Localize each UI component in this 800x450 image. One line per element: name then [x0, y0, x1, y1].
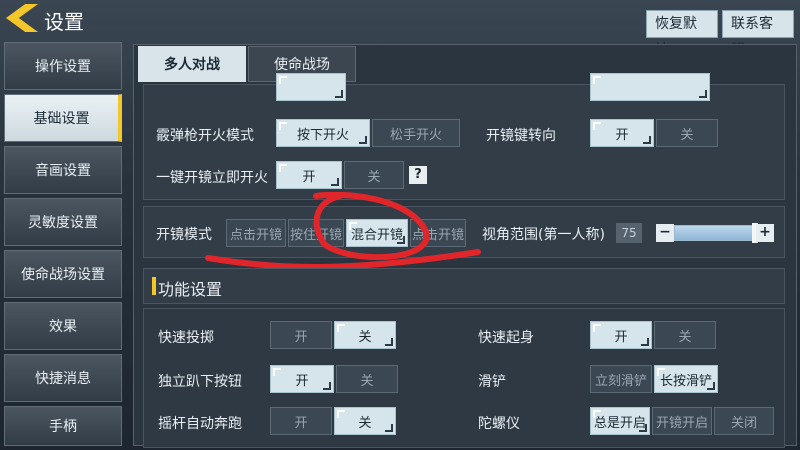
slide-instant-option[interactable]: 立刻滑铲: [590, 365, 652, 393]
oneclick-fire-on-option[interactable]: 开: [276, 161, 342, 189]
back-arrow-icon[interactable]: [6, 4, 38, 32]
header: 设置 恢复默认 联系客服: [0, 0, 800, 58]
auto-run-on-option[interactable]: 开: [270, 407, 332, 435]
basic-section: 霰弹枪开火模式 按下开火 松手开火 开镜键转向 开 关 一键开镜立即开火 开 关…: [143, 73, 785, 200]
auto-run-label: 摇杆自动奔跑: [158, 416, 242, 432]
page-title: 设置: [44, 10, 84, 34]
function-settings-header: 功能设置: [143, 268, 785, 304]
sidebar-item-battle-royale[interactable]: 使命战场设置: [4, 250, 122, 298]
gyro-always-option[interactable]: 总是开启: [590, 407, 650, 435]
prone-on-option[interactable]: 开: [270, 365, 334, 393]
oneclick-fire-label: 一键开镜立即开火: [156, 170, 268, 186]
shotgun-mode-label: 霰弹枪开火模式: [156, 128, 254, 144]
contact-support-button[interactable]: 联系客服: [722, 10, 794, 58]
auto-run-off-option[interactable]: 关: [334, 407, 396, 435]
reset-defaults-button[interactable]: 恢复默认: [646, 10, 718, 58]
quick-throw-label: 快速投掷: [158, 330, 214, 346]
sidebar-item-operation[interactable]: 操作设置: [4, 42, 122, 90]
oneclick-fire-off-option[interactable]: 关: [344, 161, 404, 189]
slide-hold-option[interactable]: 长按滑铲: [654, 365, 718, 393]
gyro-scope-option[interactable]: 开镜开启: [652, 407, 712, 435]
section-accent-bar: [152, 277, 156, 295]
quick-rise-on-option[interactable]: 开: [590, 321, 652, 349]
sidebar-item-effects[interactable]: 效果: [4, 302, 122, 350]
sidebar-item-sensitivity[interactable]: 灵敏度设置: [4, 198, 122, 246]
sidebar-item-audio-video[interactable]: 音画设置: [4, 146, 122, 194]
scope-hybrid-option[interactable]: 混合开镜: [346, 219, 408, 247]
quick-throw-off-option[interactable]: 关: [334, 321, 396, 349]
prone-off-option[interactable]: 关: [336, 365, 398, 393]
scope-turn-on-option[interactable]: 开: [590, 119, 654, 147]
scope-turn-off-option[interactable]: 关: [656, 119, 718, 147]
fov-minus-button[interactable]: −: [656, 224, 674, 242]
fov-plus-button[interactable]: +: [756, 224, 774, 242]
scope-mode-label: 开镜模式: [156, 227, 212, 243]
quick-rise-label: 快速起身: [478, 330, 534, 346]
scope-turn-label: 开镜键转向: [486, 128, 556, 144]
function-settings-title: 功能设置: [158, 280, 223, 299]
gyroscope-label: 陀螺仪: [478, 416, 520, 432]
help-icon[interactable]: ?: [409, 166, 427, 184]
quick-throw-on-option[interactable]: 开: [270, 321, 332, 349]
clipped-option-on[interactable]: [276, 73, 346, 101]
scope-click-option[interactable]: 点击开镜: [226, 219, 286, 247]
quick-rise-off-option[interactable]: 关: [654, 321, 716, 349]
fov-value: 75: [616, 223, 642, 243]
scope-hold-option[interactable]: 按住开镜: [288, 219, 344, 247]
shotgun-release-fire-option[interactable]: 松手开火: [372, 119, 460, 147]
scope-click-option-2[interactable]: 点击开镜: [410, 219, 466, 247]
tab-multiplayer[interactable]: 多人对战: [138, 46, 246, 82]
sidebar-item-basic[interactable]: 基础设置: [4, 94, 122, 142]
fov-label: 视角范围(第一人称): [482, 227, 605, 243]
clipped-option-on-right[interactable]: [590, 73, 710, 101]
slide-label: 滑铲: [478, 374, 506, 390]
prone-button-label: 独立趴下按钮: [158, 374, 242, 390]
sidebar-item-quick-messages[interactable]: 快捷消息: [4, 354, 122, 402]
fov-slider-fill: [675, 226, 759, 240]
function-settings-section: 快速投掷 开 关 快速起身 开 关 独立趴下按钮 开 关 滑铲 立刻滑铲 长按滑…: [143, 308, 785, 448]
gyro-off-option[interactable]: 关闭: [714, 407, 774, 435]
sidebar-item-controller[interactable]: 手柄: [4, 406, 122, 446]
scope-mode-section: 开镜模式 点击开镜 按住开镜 混合开镜 点击开镜 视角范围(第一人称) 75 −…: [143, 206, 785, 258]
fov-slider[interactable]: [674, 225, 764, 241]
shotgun-press-fire-option[interactable]: 按下开火: [276, 119, 370, 147]
